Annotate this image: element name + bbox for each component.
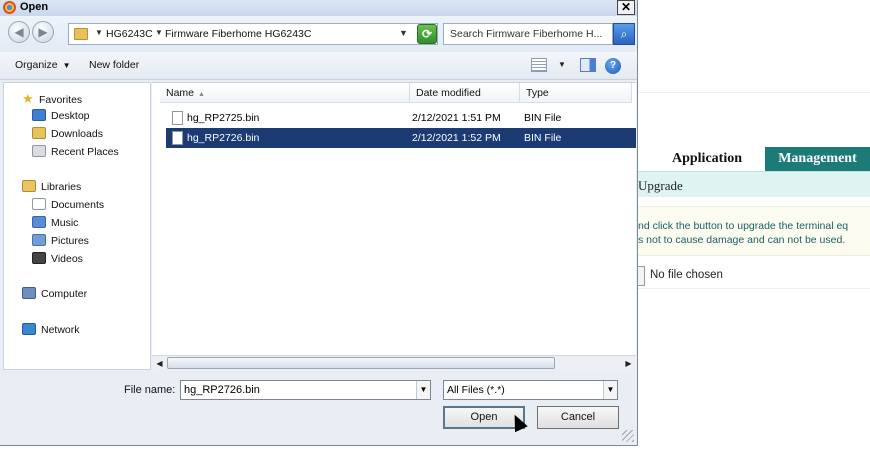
sort-arrow-icon: ▲ — [198, 91, 205, 98]
nav-label: Pictures — [51, 235, 89, 247]
forward-button[interactable]: ▶ — [32, 21, 54, 43]
tab-application[interactable]: Application — [648, 147, 766, 171]
nav-label: Videos — [51, 253, 83, 265]
nav-recent-places[interactable]: Recent Places — [32, 145, 119, 161]
star-icon: ★ — [22, 91, 34, 106]
folder-icon — [74, 28, 88, 40]
chevron-down-icon[interactable]: ▼ — [603, 381, 617, 399]
file-chooser[interactable]: No file chosen — [638, 266, 870, 288]
description-line: s not to cause damage and can not be use… — [638, 234, 846, 246]
views-icon[interactable] — [531, 58, 547, 72]
nav-label: Recent Places — [51, 146, 119, 158]
nav-music[interactable]: Music — [32, 216, 78, 232]
organize-button[interactable]: Organize ▼ — [15, 59, 71, 71]
nav-label: Documents — [51, 199, 105, 211]
music-icon — [32, 216, 46, 228]
organize-label: Organize — [15, 59, 58, 71]
scroll-right-icon[interactable]: ▶ — [622, 357, 635, 370]
close-button[interactable]: ✕ — [617, 0, 635, 15]
nav-downloads[interactable]: Downloads — [32, 127, 103, 143]
nav-desktop[interactable]: Desktop — [32, 109, 90, 125]
file-type-select[interactable]: All Files (*.*) — [443, 380, 618, 400]
file-name: hg_RP2725.bin — [187, 112, 260, 124]
nav-label: Favorites — [39, 94, 83, 106]
nav-label: Computer — [41, 288, 88, 300]
nav-favorites[interactable]: ★ Favorites — [22, 91, 82, 107]
address-bar[interactable]: ▼ HG6243C ▼ Firmware Fiberhome HG6243C ▼ — [68, 23, 438, 45]
scroll-left-icon[interactable]: ◀ — [153, 357, 166, 370]
file-row-selected[interactable]: hg_RP2726.bin 2/12/2021 1:52 PM BIN File — [166, 128, 636, 148]
nav-label: Libraries — [41, 181, 82, 193]
file-name-input[interactable]: hg_RP2726.bin — [180, 380, 431, 400]
file-row[interactable]: hg_RP2725.bin 2/12/2021 1:51 PM BIN File — [166, 108, 636, 128]
nav-network[interactable]: Network — [22, 323, 80, 339]
toolbar: Organize ▼ New folder ▼ ? — [0, 52, 637, 80]
scrollbar-thumb[interactable] — [167, 357, 555, 369]
network-icon — [22, 323, 36, 335]
divider — [638, 288, 870, 289]
chevron-down-icon[interactable]: ▼ — [399, 28, 408, 38]
breadcrumb-item[interactable]: HG6243C — [106, 28, 153, 40]
navigation-pane: ★ Favorites Desktop Downloads Recent Plac… — [3, 82, 151, 370]
column-header-name[interactable]: Name ▲ — [160, 83, 410, 103]
nav-label: Network — [41, 324, 80, 336]
upgrade-description: nd click the button to upgrade the termi… — [638, 206, 870, 256]
breadcrumb-item[interactable]: Firmware Fiberhome HG6243C — [165, 28, 311, 40]
nav-label: Desktop — [51, 110, 90, 122]
chevron-down-icon[interactable]: ▼ — [558, 60, 566, 69]
file-icon — [172, 131, 183, 145]
nav-label: Downloads — [51, 128, 103, 140]
new-folder-button[interactable]: New folder — [89, 59, 139, 71]
tab-management[interactable]: Management — [765, 147, 870, 171]
chevron-down-icon[interactable]: ▼ — [416, 381, 430, 399]
nav-label: Music — [51, 217, 79, 229]
preview-pane-icon[interactable] — [580, 58, 596, 72]
breadcrumb-arrow-icon[interactable]: ▼ — [95, 28, 103, 37]
file-date: 2/12/2021 1:52 PM — [412, 132, 501, 144]
file-type: BIN File — [524, 132, 562, 144]
nav-libraries[interactable]: Libraries — [22, 180, 81, 196]
breadcrumb-arrow-icon[interactable]: ▼ — [155, 28, 163, 37]
horizontal-scrollbar[interactable]: ◀ ▶ — [152, 355, 636, 370]
pictures-icon — [32, 234, 46, 246]
column-header-date[interactable]: Date modified — [410, 83, 520, 103]
libraries-icon — [22, 180, 36, 192]
chevron-down-icon: ▼ — [62, 61, 71, 70]
search-input[interactable]: Search Firmware Fiberhome H... — [443, 23, 613, 45]
help-icon[interactable]: ? — [605, 58, 621, 74]
file-date: 2/12/2021 1:51 PM — [412, 112, 501, 124]
file-name-label: File name: — [124, 384, 176, 396]
nav-videos[interactable]: Videos — [32, 252, 83, 268]
nav-computer[interactable]: Computer — [22, 287, 87, 303]
column-label: Name — [166, 87, 195, 99]
divider — [638, 92, 870, 93]
choose-file-button[interactable] — [638, 266, 645, 286]
section-title: Upgrade — [638, 171, 870, 197]
documents-icon — [32, 198, 46, 210]
file-name: hg_RP2726.bin — [187, 132, 260, 144]
search-icon[interactable]: ⌕ — [613, 23, 635, 45]
nav-documents[interactable]: Documents — [32, 198, 104, 214]
file-list: Name ▲ Date modified Type hg_RP2725.bin 2… — [152, 82, 636, 370]
file-icon — [172, 111, 183, 125]
column-header-type[interactable]: Type — [520, 83, 632, 103]
nav-pictures[interactable]: Pictures — [32, 234, 89, 250]
file-type: BIN File — [524, 112, 562, 124]
refresh-button[interactable]: ⟳ — [417, 24, 437, 44]
videos-icon — [32, 252, 46, 264]
open-file-dialog: Open ✕ ◀ ▶ ▼ HG6243C ▼ Firmware Fiberhom… — [0, 0, 638, 446]
dialog-title: Open — [20, 1, 49, 13]
recent-places-icon — [32, 145, 46, 157]
browser-icon — [3, 1, 16, 14]
downloads-icon — [32, 127, 46, 139]
cancel-button[interactable]: Cancel — [537, 406, 619, 429]
address-row: ◀ ▶ ▼ HG6243C ▼ Firmware Fiberhome HG624… — [0, 16, 637, 52]
description-line: nd click the button to upgrade the termi… — [638, 220, 849, 232]
desktop-icon — [32, 109, 46, 121]
computer-icon — [22, 287, 36, 299]
back-button[interactable]: ◀ — [8, 21, 30, 43]
resize-grip-icon[interactable] — [622, 430, 634, 442]
title-bar[interactable]: Open ✕ — [0, 0, 637, 16]
file-status: No file chosen — [650, 269, 723, 281]
